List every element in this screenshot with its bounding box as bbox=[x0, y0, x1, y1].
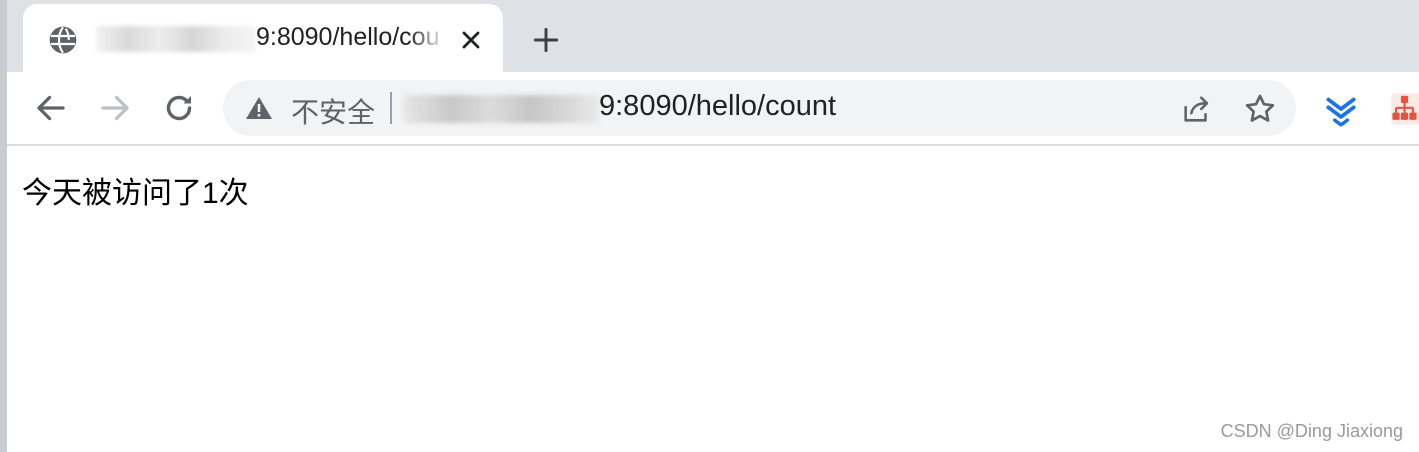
tab-strip: 9:8090/hello/cou bbox=[0, 0, 1419, 72]
star-icon[interactable] bbox=[1243, 92, 1277, 126]
chevron-layers-icon[interactable] bbox=[1322, 90, 1360, 128]
tab-title: 9:8090/hello/cou bbox=[256, 23, 440, 51]
new-tab-button[interactable] bbox=[530, 24, 562, 56]
forward-arrow-icon[interactable] bbox=[97, 90, 133, 126]
page-message: 今天被访问了1次 bbox=[22, 177, 249, 210]
url-text[interactable]: 9:8090/hello/count bbox=[599, 90, 836, 123]
security-label[interactable]: 不安全 bbox=[291, 91, 375, 131]
watermark: CSDN @Ding Jiaxiong bbox=[1220, 421, 1403, 441]
globe-icon bbox=[49, 26, 77, 54]
sitemap-icon[interactable] bbox=[1390, 92, 1419, 126]
address-bar[interactable]: 不安全 9:8090/hello/count bbox=[223, 80, 1296, 136]
active-tab[interactable]: 9:8090/hello/cou bbox=[23, 4, 503, 72]
tab-title-redacted bbox=[96, 26, 256, 52]
browser-toolbar: 不安全 9:8090/hello/count bbox=[0, 72, 1419, 146]
warning-triangle-icon[interactable] bbox=[245, 96, 273, 120]
share-icon[interactable] bbox=[1180, 92, 1214, 126]
url-redacted bbox=[403, 95, 599, 123]
reload-icon[interactable] bbox=[161, 90, 197, 126]
window-left-edge bbox=[0, 0, 7, 452]
close-icon[interactable] bbox=[457, 26, 485, 54]
omnibox-separator bbox=[390, 92, 392, 124]
back-arrow-icon[interactable] bbox=[33, 90, 69, 126]
